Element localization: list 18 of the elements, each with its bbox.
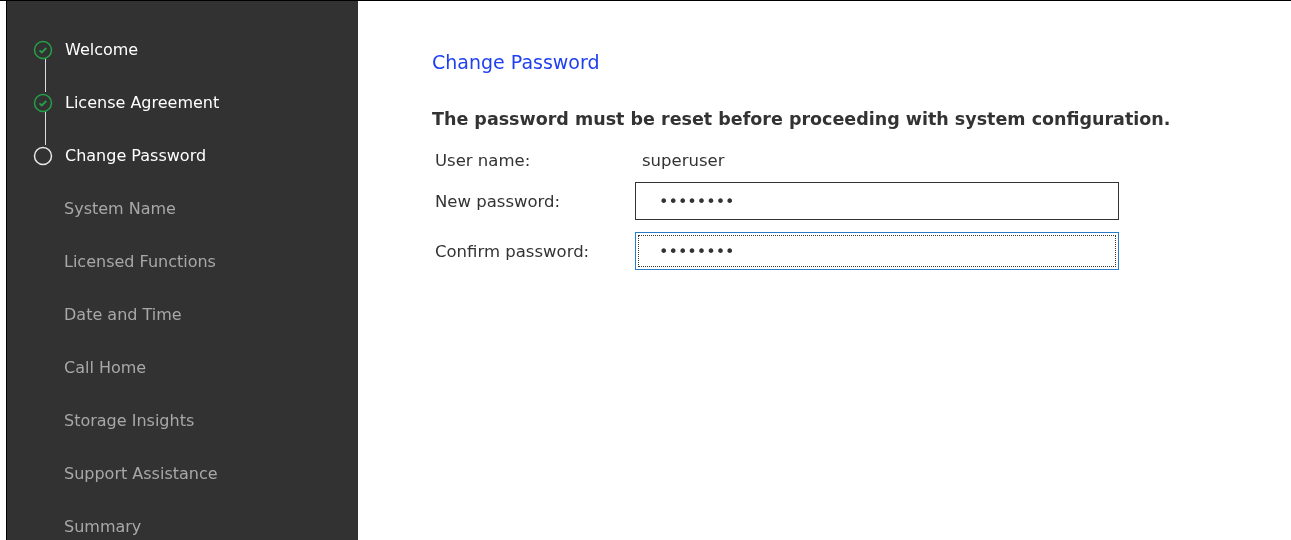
step-label[interactable]: Change Password — [65, 146, 207, 165]
notice-text: The password must be reset before proceeding with system configuration. — [432, 109, 1172, 129]
field-label: New password: — [435, 191, 562, 211]
password-field[interactable]: •••••••• — [635, 232, 1119, 270]
step-label[interactable]: Licensed Functions — [64, 252, 216, 271]
step-label[interactable]: System Name — [64, 199, 176, 218]
user-name-value: superuser — [641, 151, 726, 170]
password-field[interactable]: •••••••• — [635, 182, 1119, 220]
step-label[interactable]: Date and Time — [64, 305, 182, 324]
page-title: Change Password — [432, 51, 601, 73]
field-label: User name: — [435, 151, 532, 170]
step-label[interactable]: License Agreement — [65, 93, 220, 112]
step-label[interactable]: Welcome — [65, 40, 139, 59]
step-label[interactable]: Support Assistance — [64, 464, 218, 483]
step-label[interactable]: Call Home — [64, 358, 147, 377]
step-label[interactable]: Summary — [64, 517, 142, 536]
step-label[interactable]: Storage Insights — [64, 411, 195, 430]
field-label: Confirm password: — [435, 241, 591, 261]
